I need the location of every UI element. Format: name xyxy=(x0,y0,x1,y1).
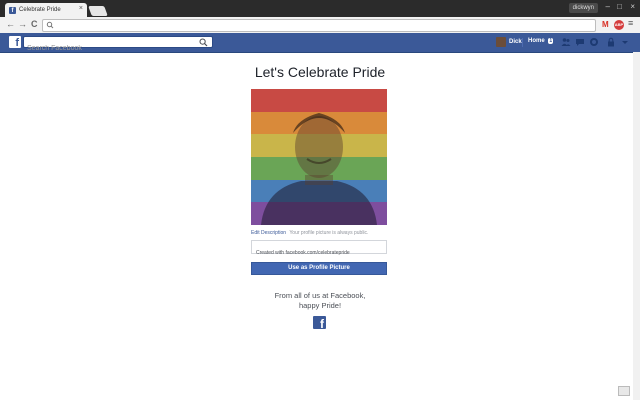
profile-link[interactable]: Dick xyxy=(496,37,522,47)
dropdown-arrow-icon[interactable] xyxy=(620,37,630,47)
search-icon[interactable] xyxy=(199,38,208,47)
browser-tab[interactable]: f Celebrate Pride × xyxy=(5,3,87,17)
facebook-logo-icon[interactable]: f xyxy=(9,36,21,48)
edit-description-link[interactable]: Edit Description xyxy=(251,230,286,236)
profile-photo xyxy=(261,113,377,225)
lock-icon[interactable] xyxy=(606,37,616,47)
use-as-profile-picture-button[interactable]: Use as Profile Picture xyxy=(251,262,387,275)
adblock-extension-icon[interactable]: ABP xyxy=(614,20,624,30)
chrome-menu-icon[interactable]: ≡ xyxy=(628,18,633,28)
search-icon xyxy=(46,21,54,29)
caption-field xyxy=(251,240,388,259)
scrollbar[interactable] xyxy=(633,52,640,400)
reload-button[interactable]: C xyxy=(31,19,38,29)
caption-input[interactable] xyxy=(252,247,388,259)
facebook-header: f Dick Home 1 xyxy=(0,33,640,54)
tab-title: Celebrate Pride xyxy=(19,7,61,13)
profile-name-badge[interactable]: dickwyn xyxy=(568,3,598,13)
minimize-button[interactable]: – xyxy=(606,2,610,11)
back-button[interactable]: ← xyxy=(6,19,15,29)
messages-icon[interactable] xyxy=(575,37,585,47)
gmail-extension-icon[interactable]: M xyxy=(602,20,609,29)
close-window-button[interactable]: × xyxy=(630,2,635,11)
header-divider xyxy=(522,38,523,47)
home-count-badge: 1 xyxy=(548,38,554,44)
forward-button[interactable]: → xyxy=(18,19,27,29)
tab-close-icon[interactable]: × xyxy=(79,5,83,12)
friends-icon[interactable] xyxy=(561,37,571,47)
browser-toolbar: ← → C M ABP ≡ xyxy=(0,17,640,34)
globe-icon[interactable] xyxy=(589,37,599,47)
address-bar[interactable] xyxy=(42,19,596,32)
profile-picture-preview xyxy=(251,89,387,225)
facebook-logo-icon: f xyxy=(313,316,326,329)
avatar xyxy=(496,37,506,47)
browser-title-bar: f Celebrate Pride × dickwyn – □ × xyxy=(0,0,640,17)
search-input[interactable] xyxy=(24,43,200,54)
home-label: Home xyxy=(528,38,545,44)
facebook-favicon-icon: f xyxy=(9,6,16,14)
footer-message: From all of us at Facebook, happy Pride! xyxy=(0,291,640,311)
page-title: Let's Celebrate Pride xyxy=(254,64,386,80)
home-link[interactable]: Home 1 xyxy=(528,38,554,44)
search-box xyxy=(23,36,213,54)
profile-name: Dick xyxy=(509,39,522,45)
cast-icon[interactable] xyxy=(618,386,630,396)
description-row: Edit Description Your profile picture is… xyxy=(251,230,368,236)
maximize-button[interactable]: □ xyxy=(617,2,622,11)
footer-line-2: happy Pride! xyxy=(298,301,342,310)
new-tab-button[interactable] xyxy=(88,6,108,16)
visibility-hint: Your profile picture is always public. xyxy=(289,230,369,236)
footer-line-1: From all of us at Facebook, xyxy=(274,291,366,300)
